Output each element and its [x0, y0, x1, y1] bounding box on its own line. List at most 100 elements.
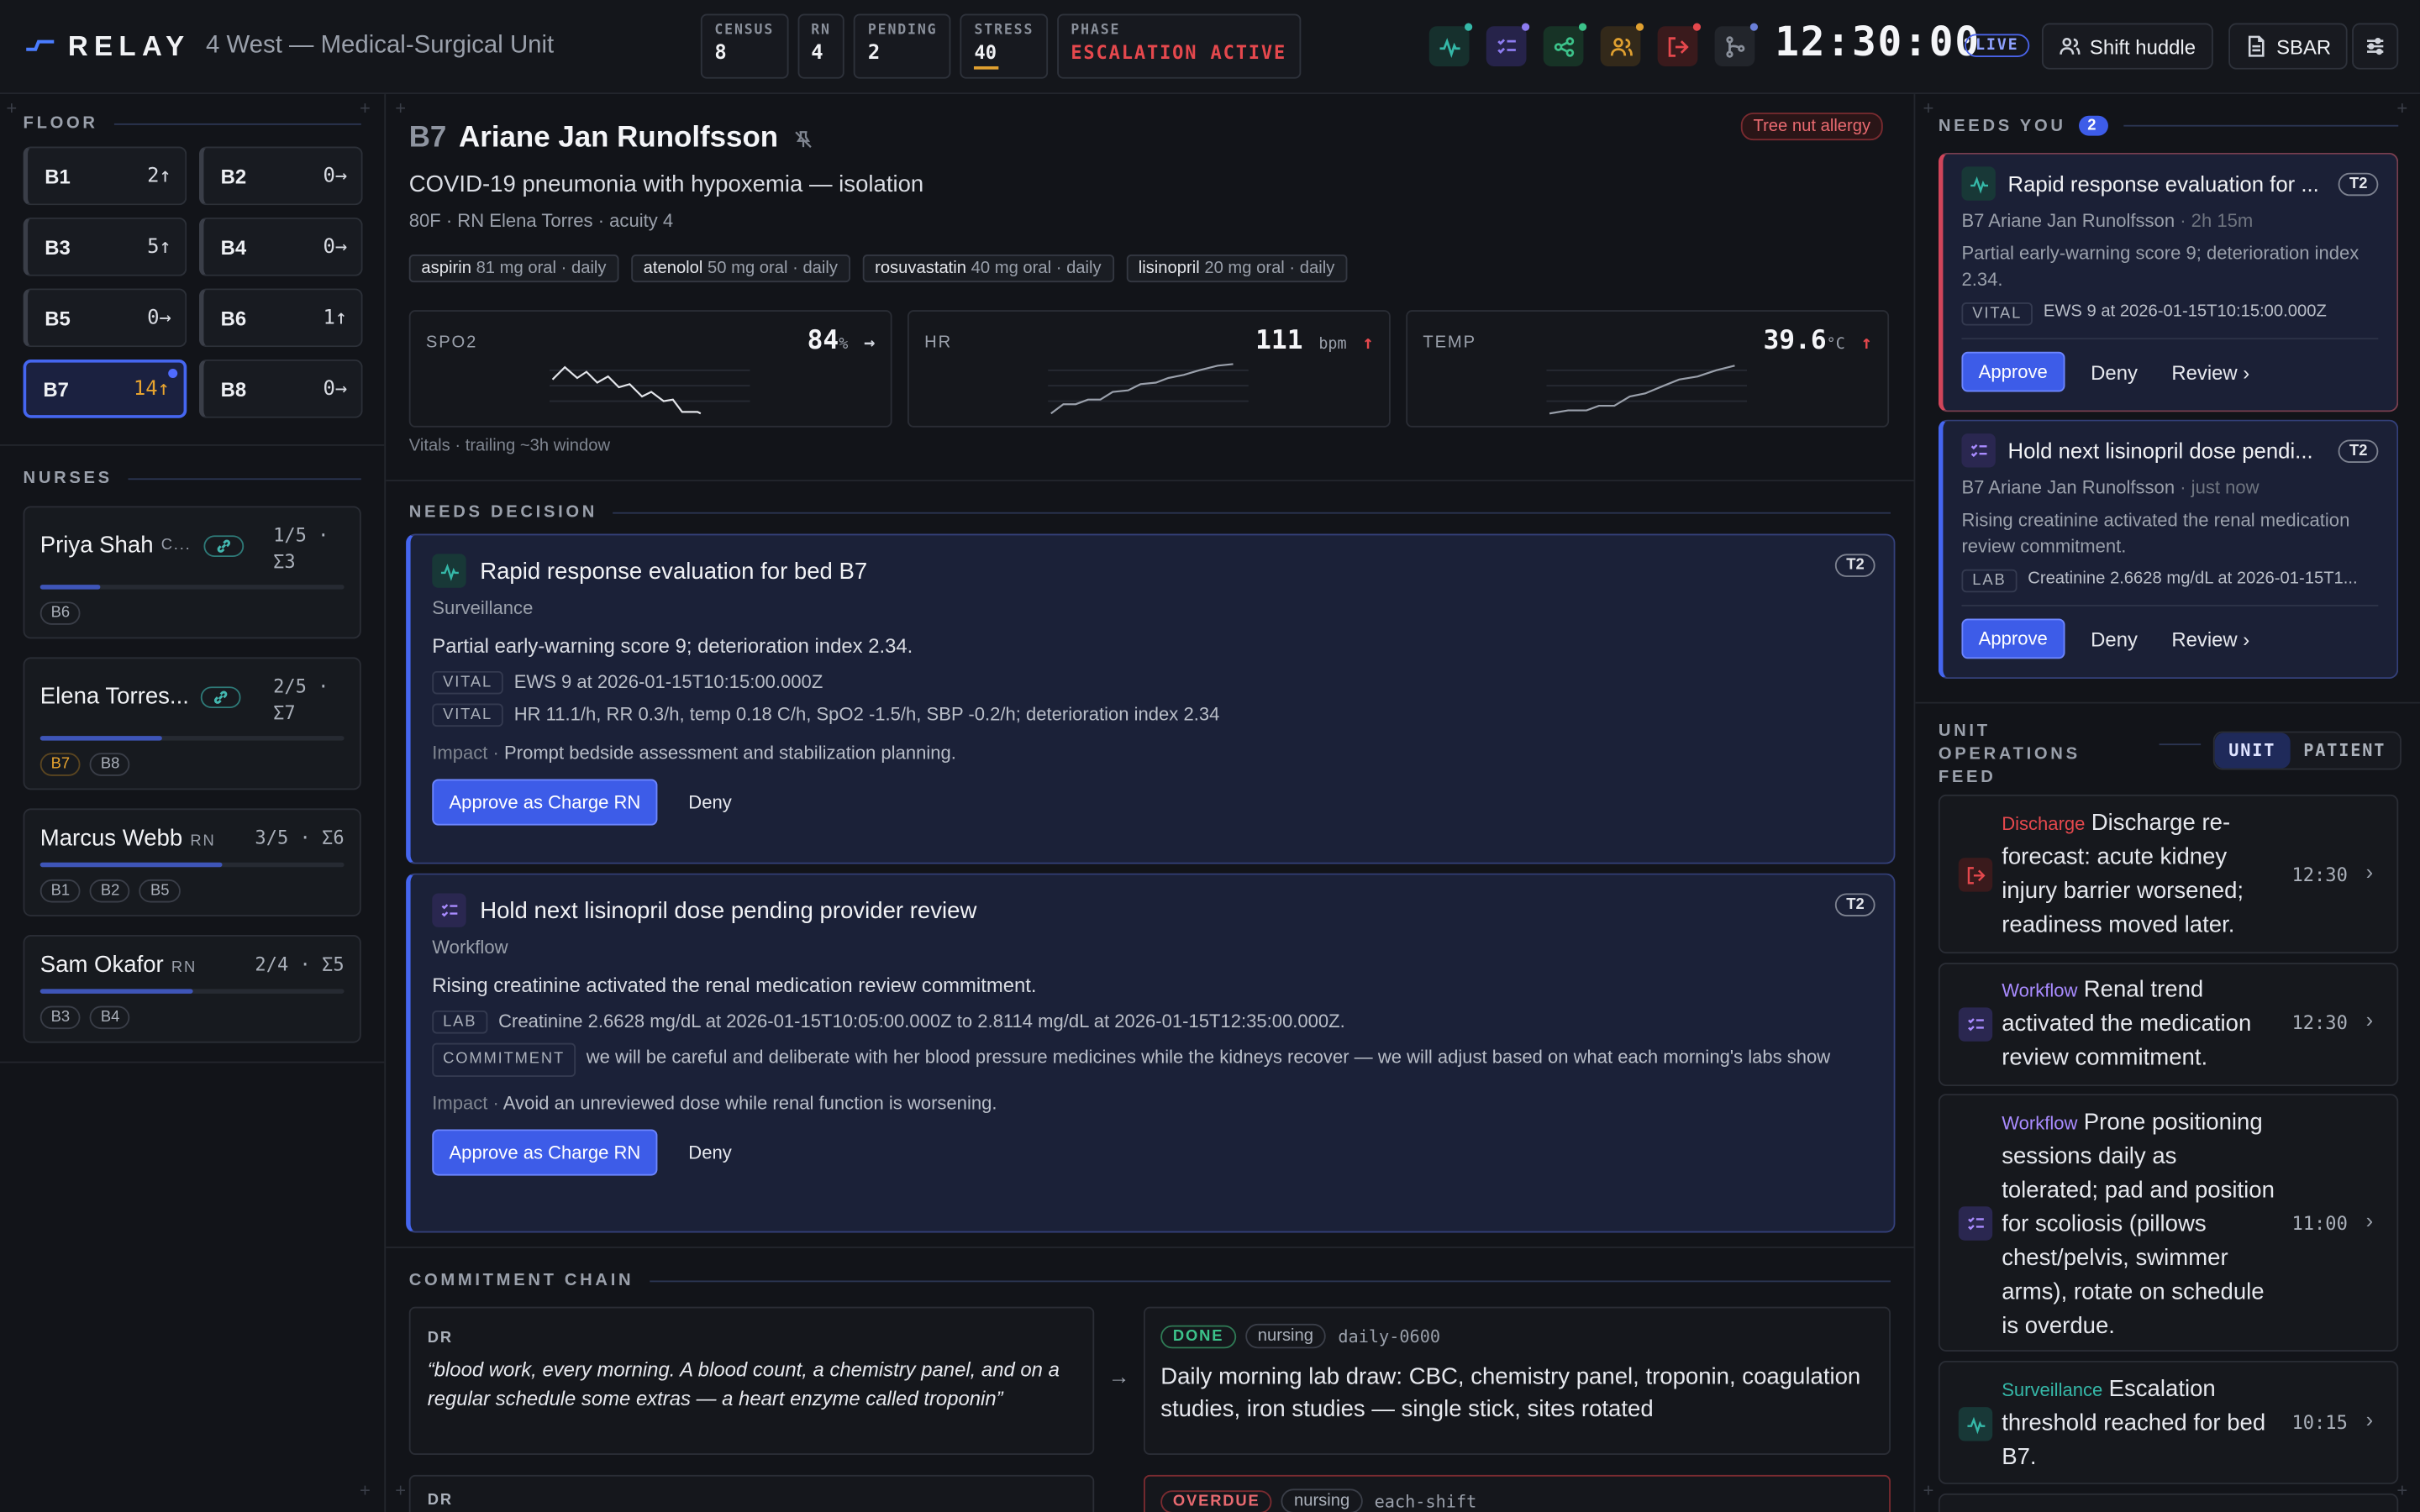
tier-badge: T2 — [1835, 554, 1876, 577]
owner-badge: nursing — [1245, 1323, 1326, 1349]
commitment-chain-header: COMMITMENT CHAIN — [409, 1271, 1891, 1289]
bed-tile[interactable]: B1 2↑ — [23, 146, 187, 206]
top-bar: RELAY 4 West — Medical-Surgical Unit CEN… — [0, 0, 2420, 95]
evidence-row: COMMITMENT we will be careful and deliber… — [432, 1042, 1872, 1078]
bed-chip[interactable]: B6 — [39, 601, 81, 625]
bed-tile[interactable]: B4 0→ — [198, 217, 363, 276]
bed-chip[interactable]: B1 — [39, 879, 81, 903]
feed-item[interactable]: Workflow Renal trend activated the medica… — [1938, 963, 2399, 1087]
vitals-tool-button[interactable] — [1428, 23, 1473, 66]
needs-you-count: 2 — [2078, 115, 2109, 136]
bed-chip[interactable]: B4 — [89, 1005, 131, 1030]
bed-chip[interactable]: B7 — [39, 753, 81, 776]
med-list: aspirin 81 mg oral · daily atenolol 50 m… — [408, 255, 1348, 283]
nurse-card[interactable]: Priya Shah C... 1/5 · Σ3 B6 — [23, 506, 361, 639]
tab-patient[interactable]: PATIENT — [2290, 732, 2400, 768]
deny-button[interactable]: Deny — [688, 1142, 731, 1163]
tier-badge: T2 — [2338, 172, 2379, 197]
bed-chip[interactable]: B3 — [39, 1005, 81, 1030]
nurse-load-bar — [39, 989, 345, 994]
nurse-card[interactable]: Elena Torres... 2/5 · Σ7 B7 B8 — [23, 657, 361, 790]
vitals-icon — [1958, 1407, 1993, 1441]
vitals-row: SPO2 84% → HR 111 bpm ↑ TEMP 39.6°C ↑ — [408, 310, 1890, 428]
approve-button[interactable]: Approve — [1961, 618, 2065, 659]
alert-dot — [168, 368, 178, 378]
bed-chip[interactable]: B5 — [139, 879, 181, 903]
vital-card-spo2[interactable]: SPO2 84% → — [408, 310, 892, 428]
approve-button[interactable]: Approve as Charge RN — [432, 779, 658, 826]
vital-card-hr[interactable]: HR 111 bpm ↑ — [907, 310, 1391, 428]
patient-meta: 80F · RN Elena Torres · acuity 4 — [408, 209, 674, 232]
source-role: DR — [427, 1330, 453, 1347]
chevron-right-icon: › — [2365, 1208, 2374, 1233]
vital-card-temp[interactable]: TEMP 39.6°C ↑ — [1406, 310, 1890, 428]
app-root: RELAY 4 West — Medical-Surgical Unit CEN… — [0, 0, 2420, 1512]
sliders-icon — [2367, 37, 2384, 55]
commitment-source[interactable]: DR “blood work, every morning. A blood c… — [408, 1306, 1095, 1456]
tab-unit[interactable]: UNIT — [2214, 732, 2290, 769]
shift-huddle-button[interactable]: Shift huddle — [2041, 23, 2213, 70]
review-button[interactable]: Review › — [2171, 360, 2249, 384]
feed-item[interactable]: Discharge Discharge re-forecast: acute ki… — [1938, 794, 2399, 954]
settings-button[interactable] — [2352, 23, 2399, 70]
feed-item[interactable]: Surveillance Escalation threshold reached… — [1938, 1360, 2399, 1484]
exit-tool-button[interactable] — [1657, 23, 1702, 66]
deny-button[interactable]: Deny — [2091, 627, 2138, 651]
bed-tile-selected[interactable]: B7 14↑ — [23, 359, 187, 418]
bed-chip[interactable]: B2 — [89, 879, 131, 903]
needs-decision-header: NEEDS DECISION — [409, 503, 1891, 522]
shift-huddle-label: Shift huddle — [2089, 34, 2196, 58]
share-tool-button[interactable] — [1543, 23, 1587, 66]
status-badge: OVERDUE — [1160, 1489, 1273, 1512]
checklist-icon — [432, 893, 466, 927]
commitment-source[interactable]: DR — [408, 1474, 1095, 1512]
decision-title: Hold next lisinopril dose pending provid… — [480, 897, 977, 924]
chevron-right-icon: › — [2365, 1007, 2374, 1032]
med-chip[interactable]: aspirin 81 mg oral · daily — [408, 255, 619, 283]
commitment-task[interactable]: DONE nursing daily-0600 Daily morning la… — [1143, 1306, 1891, 1456]
feed-header: UNIT OPERATIONS FEED — [1938, 722, 2081, 787]
approve-button[interactable]: Approve — [1961, 351, 2065, 392]
decision-card: Hold next lisinopril dose pending provid… — [406, 873, 1896, 1233]
vitals-icon — [432, 554, 466, 588]
feed-item[interactable]: Workflow Prone positioning sessions daily… — [1938, 1094, 2399, 1352]
needs-you-card[interactable]: Hold next lisinopril dose pendi... T2 B7… — [1938, 419, 2399, 680]
clock: 12:30:00 — [1775, 19, 1981, 66]
feed-item[interactable] — [1938, 1493, 2399, 1512]
med-chip[interactable]: rosuvastatin 40 mg oral · daily — [862, 255, 1114, 283]
commitment-task[interactable]: OVERDUE nursing each-shift — [1143, 1474, 1891, 1512]
link-icon — [201, 685, 242, 708]
decision-summary: Partial early-warning score 9; deteriora… — [432, 633, 913, 658]
allergy-badge: Tree nut allergy — [1740, 113, 1883, 141]
deny-button[interactable]: Deny — [2091, 360, 2138, 384]
tier-badge: T2 — [2338, 439, 2379, 464]
decision-category: Workflow — [432, 936, 508, 958]
bed-tile[interactable]: B3 5↑ — [23, 217, 187, 276]
bed-tile[interactable]: B2 0→ — [198, 146, 363, 206]
decision-summary: Rising creatinine activated the renal me… — [432, 973, 1037, 997]
nurse-card[interactable]: Marcus Webb RN 3/5 · Σ6 B1 B2 B5 — [23, 808, 361, 916]
bed-chip[interactable]: B8 — [89, 753, 131, 776]
needs-you-header: NEEDS YOU 2 — [1939, 115, 2399, 136]
needs-you-card[interactable]: Rapid response evaluation for ... T2 B7 … — [1938, 152, 2399, 412]
med-chip[interactable]: atenolol 50 mg oral · daily — [630, 255, 850, 283]
pin-off-icon[interactable] — [793, 129, 813, 149]
app-name: RELAY — [67, 29, 191, 61]
bed-tile[interactable]: B5 0→ — [23, 288, 187, 348]
checklist-tool-button[interactable] — [1486, 23, 1530, 66]
schedule: each-shift — [1374, 1491, 1477, 1512]
nurse-load-bar — [39, 862, 345, 868]
approve-button[interactable]: Approve as Charge RN — [432, 1129, 658, 1176]
med-chip[interactable]: lisinopril 20 mg oral · daily — [1126, 255, 1348, 283]
bed-tile[interactable]: B6 1↑ — [198, 288, 363, 348]
bed-tile[interactable]: B8 0→ — [198, 359, 363, 418]
sbar-label: SBAR — [2276, 34, 2332, 58]
owner-badge: nursing — [1281, 1488, 1362, 1512]
deny-button[interactable]: Deny — [688, 791, 731, 813]
sbar-button[interactable]: SBAR — [2228, 23, 2349, 70]
nurse-card[interactable]: Sam Okafor RN 2/4 · Σ5 B3 B4 — [23, 935, 361, 1043]
evidence-row: LAB Creatinine 2.6628 mg/dL at 2026-01-15… — [1961, 569, 2378, 593]
branch-tool-button[interactable] — [1714, 23, 1759, 66]
team-tool-button[interactable] — [1600, 23, 1644, 66]
review-button[interactable]: Review › — [2171, 627, 2249, 651]
